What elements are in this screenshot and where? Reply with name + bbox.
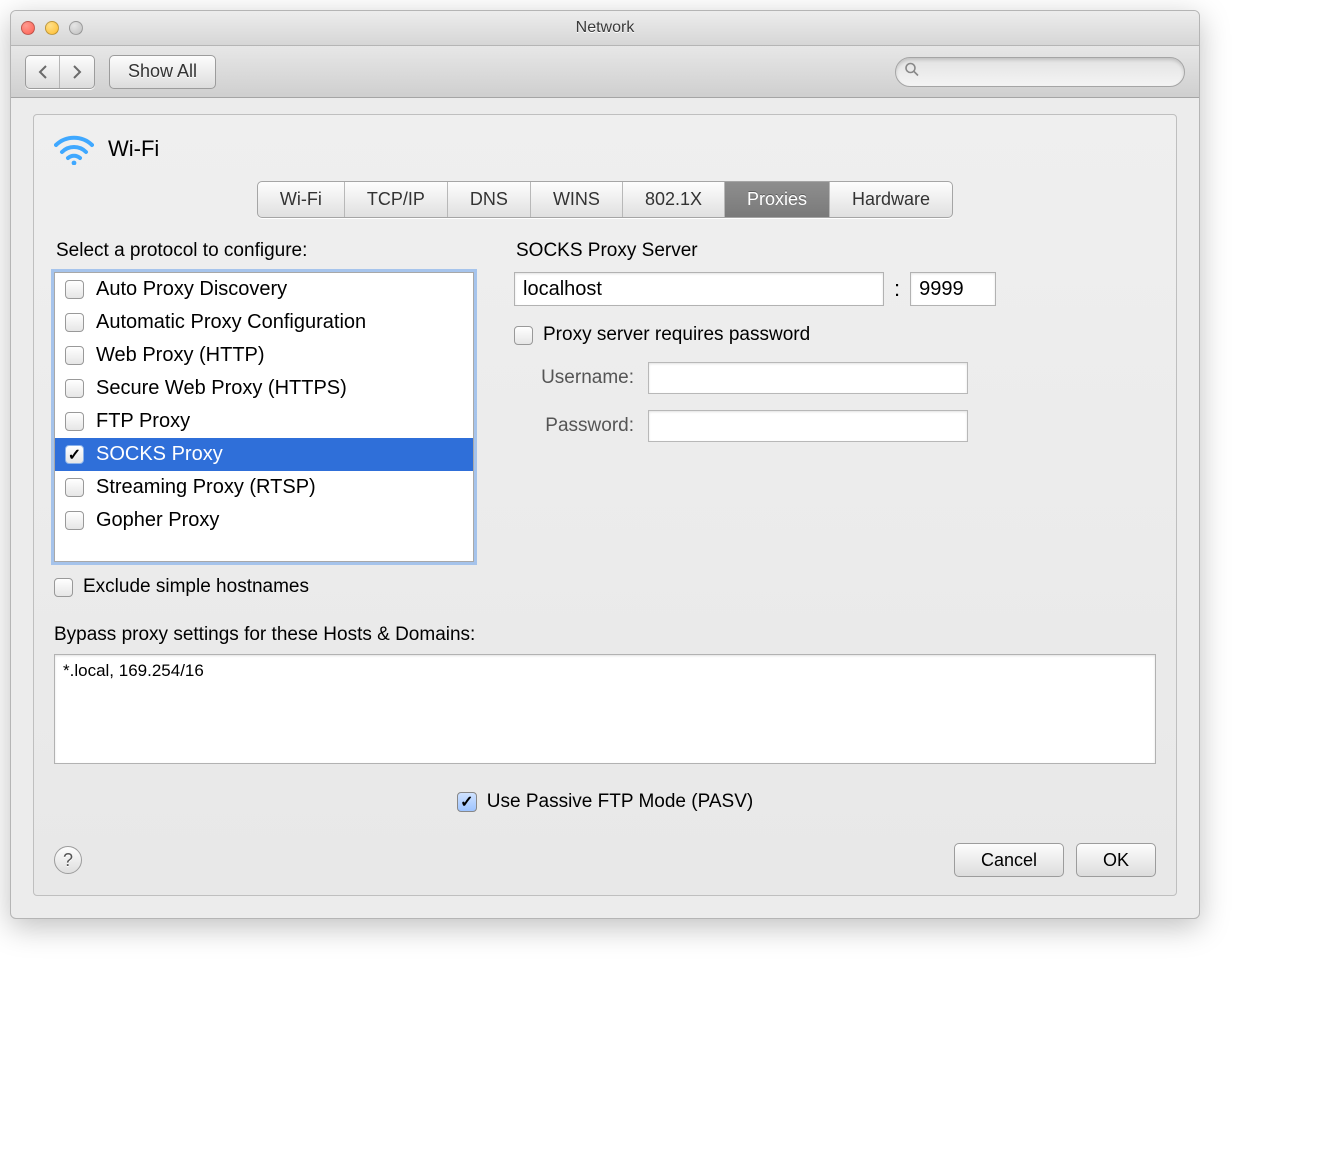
username-row: Username: — [514, 362, 1156, 394]
username-label: Username: — [514, 367, 634, 389]
proxy-port-input[interactable] — [910, 272, 996, 306]
host-port-row: : — [514, 272, 1156, 306]
chevron-right-icon — [71, 65, 83, 79]
protocol-checkbox[interactable] — [65, 412, 84, 431]
protocol-row[interactable]: SOCKS Proxy — [55, 438, 473, 471]
protocol-label: Auto Proxy Discovery — [96, 278, 287, 301]
protocol-list[interactable]: Auto Proxy Discovery Automatic Proxy Conf… — [54, 272, 474, 562]
protocol-checkbox[interactable] — [65, 379, 84, 398]
footer: ? Cancel OK — [54, 843, 1156, 877]
sheet: Wi-Fi Wi-FiTCP/IPDNSWINS802.1XProxiesHar… — [33, 114, 1177, 896]
pasv-label: Use Passive FTP Mode (PASV) — [487, 791, 753, 813]
protocol-label: Gopher Proxy — [96, 509, 219, 532]
cancel-button[interactable]: Cancel — [954, 843, 1064, 877]
protocol-title: Select a protocol to configure: — [56, 240, 474, 262]
preferences-window: Network Show All Wi-Fi — [10, 10, 1200, 919]
chevron-left-icon — [37, 65, 49, 79]
tab-wins[interactable]: WINS — [531, 182, 623, 217]
bypass-label: Bypass proxy settings for these Hosts & … — [54, 624, 1156, 646]
protocol-row[interactable]: Gopher Proxy — [55, 504, 473, 537]
bypass-textarea[interactable] — [54, 654, 1156, 764]
nav-back-forward — [25, 55, 95, 89]
wifi-icon — [54, 133, 94, 165]
pasv-row[interactable]: Use Passive FTP Mode (PASV) — [54, 791, 1156, 813]
pasv-checkbox[interactable] — [457, 792, 477, 812]
toolbar: Show All — [11, 46, 1199, 98]
protocol-row[interactable]: Secure Web Proxy (HTTPS) — [55, 372, 473, 405]
tab-hardware[interactable]: Hardware — [830, 182, 952, 217]
protocol-checkbox[interactable] — [65, 478, 84, 497]
protocol-label: Automatic Proxy Configuration — [96, 311, 366, 334]
protocol-checkbox[interactable] — [65, 313, 84, 332]
username-input[interactable] — [648, 362, 968, 394]
protocol-checkbox[interactable] — [65, 346, 84, 365]
tab-802-1x[interactable]: 802.1X — [623, 182, 725, 217]
titlebar[interactable]: Network — [11, 11, 1199, 46]
search-wrap — [895, 57, 1185, 87]
exclude-checkbox[interactable] — [54, 578, 73, 597]
tab-tcp-ip[interactable]: TCP/IP — [345, 182, 448, 217]
show-all-button[interactable]: Show All — [109, 55, 216, 89]
protocol-row[interactable]: FTP Proxy — [55, 405, 473, 438]
server-title: SOCKS Proxy Server — [516, 240, 1156, 262]
tab-proxies[interactable]: Proxies — [725, 182, 830, 217]
protocol-checkbox[interactable] — [65, 511, 84, 530]
exclude-label: Exclude simple hostnames — [83, 576, 309, 598]
protocol-row[interactable]: Web Proxy (HTTP) — [55, 339, 473, 372]
protocol-row[interactable]: Streaming Proxy (RTSP) — [55, 471, 473, 504]
protocol-column: Select a protocol to configure: Auto Pro… — [54, 236, 474, 598]
colon-separator: : — [894, 276, 900, 302]
help-button[interactable]: ? — [54, 846, 82, 874]
protocol-checkbox[interactable] — [65, 280, 84, 299]
requires-password-row[interactable]: Proxy server requires password — [514, 324, 1156, 346]
tabs: Wi-FiTCP/IPDNSWINS802.1XProxiesHardware — [257, 181, 953, 218]
password-input[interactable] — [648, 410, 968, 442]
ok-button[interactable]: OK — [1076, 843, 1156, 877]
protocol-label: Secure Web Proxy (HTTPS) — [96, 377, 347, 400]
forward-button[interactable] — [60, 56, 94, 88]
protocol-row[interactable]: Auto Proxy Discovery — [55, 273, 473, 306]
connection-name: Wi-Fi — [108, 136, 159, 162]
protocol-label: SOCKS Proxy — [96, 443, 223, 466]
exclude-row[interactable]: Exclude simple hostnames — [54, 576, 474, 598]
password-row: Password: — [514, 410, 1156, 442]
protocol-label: FTP Proxy — [96, 410, 190, 433]
password-label: Password: — [514, 415, 634, 437]
connection-header: Wi-Fi — [54, 133, 1156, 165]
proxy-host-input[interactable] — [514, 272, 884, 306]
search-icon — [904, 61, 920, 82]
search-input[interactable] — [895, 57, 1185, 87]
protocol-row[interactable]: Automatic Proxy Configuration — [55, 306, 473, 339]
requires-password-label: Proxy server requires password — [543, 324, 810, 346]
protocol-checkbox[interactable] — [65, 445, 84, 464]
window-title: Network — [11, 19, 1199, 37]
tab-dns[interactable]: DNS — [448, 182, 531, 217]
back-button[interactable] — [26, 56, 60, 88]
protocol-label: Web Proxy (HTTP) — [96, 344, 265, 367]
tab-wi-fi[interactable]: Wi-Fi — [258, 182, 345, 217]
requires-password-checkbox[interactable] — [514, 326, 533, 345]
protocol-label: Streaming Proxy (RTSP) — [96, 476, 316, 499]
server-column: SOCKS Proxy Server : Proxy server requir… — [514, 236, 1156, 598]
columns: Select a protocol to configure: Auto Pro… — [54, 236, 1156, 598]
